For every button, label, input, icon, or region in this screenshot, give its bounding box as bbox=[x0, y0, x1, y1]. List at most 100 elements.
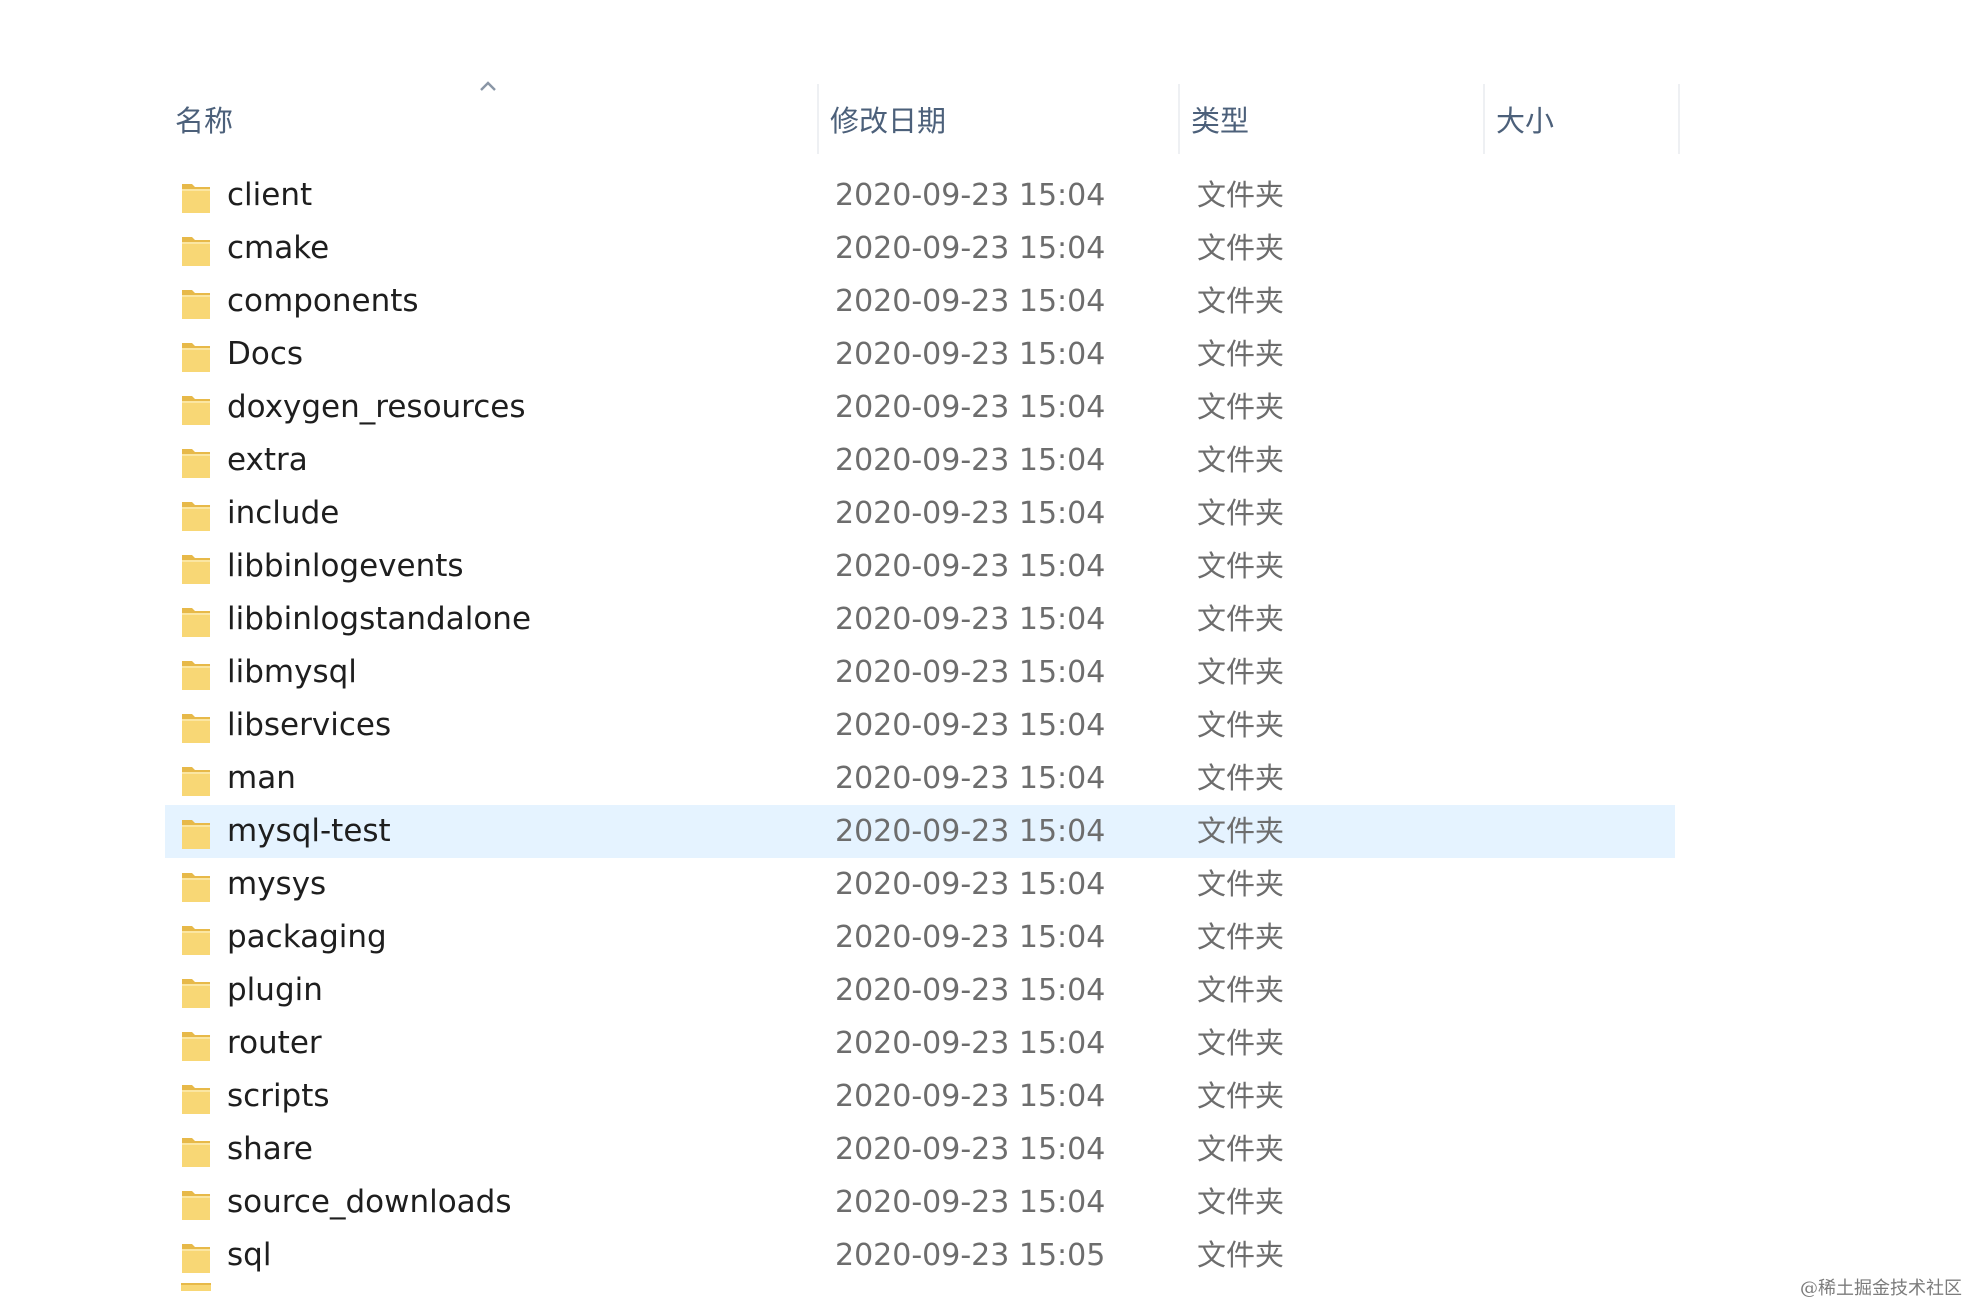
folder-icon bbox=[182, 449, 210, 478]
file-name: mysys bbox=[227, 866, 327, 902]
chevron-up-icon bbox=[480, 81, 496, 91]
folder-icon bbox=[182, 979, 210, 1008]
column-header-bar: 名称 修改日期 类型 大小 bbox=[165, 81, 1685, 154]
column-header-size[interactable]: 大小 bbox=[1486, 84, 1676, 154]
file-type: 文件夹 bbox=[1197, 973, 1285, 1007]
folder-icon bbox=[182, 237, 210, 266]
column-header-name-label: 名称 bbox=[175, 104, 234, 138]
file-date-modified: 2020-09-23 15:04 bbox=[835, 920, 1106, 955]
file-type: 文件夹 bbox=[1197, 337, 1285, 371]
file-name: libmysql bbox=[227, 654, 357, 690]
file-row[interactable]: mysql-test 2020-09-23 15:04 文件夹 bbox=[165, 805, 1675, 858]
folder-icon bbox=[182, 555, 210, 584]
file-type: 文件夹 bbox=[1197, 284, 1285, 318]
file-row[interactable]: router 2020-09-23 15:04 文件夹 bbox=[165, 1017, 1675, 1070]
file-type: 文件夹 bbox=[1197, 1185, 1285, 1219]
file-date-modified: 2020-09-23 15:05 bbox=[835, 1238, 1106, 1273]
file-row[interactable]: share 2020-09-23 15:04 文件夹 bbox=[165, 1123, 1675, 1176]
folder-icon bbox=[182, 873, 210, 902]
column-divider[interactable] bbox=[1678, 84, 1680, 154]
file-list: client 2020-09-23 15:04 文件夹 cmake 2020-09-23… bbox=[165, 169, 1675, 1282]
file-name: client bbox=[227, 177, 313, 213]
file-row[interactable]: scripts 2020-09-23 15:04 文件夹 bbox=[165, 1070, 1675, 1123]
file-row[interactable]: source_downloads 2020-09-23 15:04 文件夹 bbox=[165, 1176, 1675, 1229]
file-row[interactable]: client 2020-09-23 15:04 文件夹 bbox=[165, 169, 1675, 222]
file-row[interactable]: libmysql 2020-09-23 15:04 文件夹 bbox=[165, 646, 1675, 699]
file-row[interactable]: man 2020-09-23 15:04 文件夹 bbox=[165, 752, 1675, 805]
file-name: cmake bbox=[227, 230, 330, 266]
file-row[interactable]: components 2020-09-23 15:04 文件夹 bbox=[165, 275, 1675, 328]
file-name: libbinlogstandalone bbox=[227, 601, 532, 637]
file-date-modified: 2020-09-23 15:04 bbox=[835, 231, 1106, 266]
file-date-modified: 2020-09-23 15:04 bbox=[835, 761, 1106, 796]
file-type: 文件夹 bbox=[1197, 549, 1285, 583]
file-date-modified: 2020-09-23 15:04 bbox=[835, 390, 1106, 425]
folder-icon bbox=[182, 714, 210, 743]
file-name: router bbox=[227, 1025, 322, 1061]
file-date-modified: 2020-09-23 15:04 bbox=[835, 867, 1106, 902]
file-name: source_downloads bbox=[227, 1184, 512, 1220]
file-name: packaging bbox=[227, 919, 387, 955]
file-name: man bbox=[227, 760, 296, 796]
column-header-date-label: 修改日期 bbox=[830, 104, 947, 138]
folder-icon bbox=[181, 1283, 211, 1291]
file-row[interactable]: cmake 2020-09-23 15:04 文件夹 bbox=[165, 222, 1675, 275]
folder-icon bbox=[182, 1191, 210, 1220]
file-row[interactable]: doxygen_resources 2020-09-23 15:04 文件夹 bbox=[165, 381, 1675, 434]
file-row[interactable]: mysys 2020-09-23 15:04 文件夹 bbox=[165, 858, 1675, 911]
file-row[interactable]: libservices 2020-09-23 15:04 文件夹 bbox=[165, 699, 1675, 752]
file-row[interactable]: include 2020-09-23 15:04 文件夹 bbox=[165, 487, 1675, 540]
file-date-modified: 2020-09-23 15:04 bbox=[835, 655, 1106, 690]
file-row[interactable]: libbinlogevents 2020-09-23 15:04 文件夹 bbox=[165, 540, 1675, 593]
column-divider[interactable] bbox=[1178, 84, 1180, 154]
folder-icon bbox=[182, 1032, 210, 1061]
watermark: @稀土掘金技术社区 bbox=[1800, 1278, 1962, 1299]
file-name: components bbox=[227, 283, 419, 319]
file-name: sql bbox=[227, 1237, 272, 1273]
file-date-modified: 2020-09-23 15:04 bbox=[835, 337, 1106, 372]
file-type: 文件夹 bbox=[1197, 496, 1285, 530]
folder-icon bbox=[182, 396, 210, 425]
file-type: 文件夹 bbox=[1197, 867, 1285, 901]
column-header-name[interactable]: 名称 bbox=[165, 81, 805, 154]
folder-icon bbox=[182, 820, 210, 849]
folder-icon bbox=[182, 608, 210, 637]
folder-icon bbox=[182, 1085, 210, 1114]
file-type: 文件夹 bbox=[1197, 708, 1285, 742]
folder-icon bbox=[182, 1244, 210, 1273]
file-type: 文件夹 bbox=[1197, 655, 1285, 689]
folder-icon bbox=[182, 661, 210, 690]
file-row[interactable]: libbinlogstandalone 2020-09-23 15:04 文件夹 bbox=[165, 593, 1675, 646]
file-name: Docs bbox=[227, 336, 304, 372]
file-row[interactable]: Docs 2020-09-23 15:04 文件夹 bbox=[165, 328, 1675, 381]
file-type: 文件夹 bbox=[1197, 761, 1285, 795]
column-divider[interactable] bbox=[1483, 84, 1485, 154]
folder-icon bbox=[182, 767, 210, 796]
folder-icon bbox=[182, 290, 210, 319]
file-name: libservices bbox=[227, 707, 392, 743]
file-date-modified: 2020-09-23 15:04 bbox=[835, 443, 1106, 478]
file-type: 文件夹 bbox=[1197, 178, 1285, 212]
file-row[interactable]: extra 2020-09-23 15:04 文件夹 bbox=[165, 434, 1675, 487]
file-date-modified: 2020-09-23 15:04 bbox=[835, 496, 1106, 531]
file-type: 文件夹 bbox=[1197, 443, 1285, 477]
file-name: mysql-test bbox=[227, 813, 391, 849]
file-type: 文件夹 bbox=[1197, 1132, 1285, 1166]
file-explorer: 名称 修改日期 类型 大小 client 2020-09-23 15:04 文件夹 c… bbox=[0, 0, 1984, 1316]
file-name: libbinlogevents bbox=[227, 548, 464, 584]
file-row[interactable]: sql 2020-09-23 15:05 文件夹 bbox=[165, 1229, 1675, 1282]
file-date-modified: 2020-09-23 15:04 bbox=[835, 1185, 1106, 1220]
folder-icon bbox=[182, 502, 210, 531]
column-header-type-label: 类型 bbox=[1191, 104, 1250, 138]
file-row[interactable]: plugin 2020-09-23 15:04 文件夹 bbox=[165, 964, 1675, 1017]
column-header-date-modified[interactable]: 修改日期 bbox=[820, 84, 1175, 154]
file-name: doxygen_resources bbox=[227, 389, 526, 425]
file-type: 文件夹 bbox=[1197, 1026, 1285, 1060]
column-header-type[interactable]: 类型 bbox=[1181, 84, 1481, 154]
file-name: scripts bbox=[227, 1078, 330, 1114]
folder-icon bbox=[182, 184, 210, 213]
file-date-modified: 2020-09-23 15:04 bbox=[835, 1026, 1106, 1061]
file-row[interactable]: packaging 2020-09-23 15:04 文件夹 bbox=[165, 911, 1675, 964]
column-divider[interactable] bbox=[817, 84, 819, 154]
folder-icon bbox=[182, 926, 210, 955]
